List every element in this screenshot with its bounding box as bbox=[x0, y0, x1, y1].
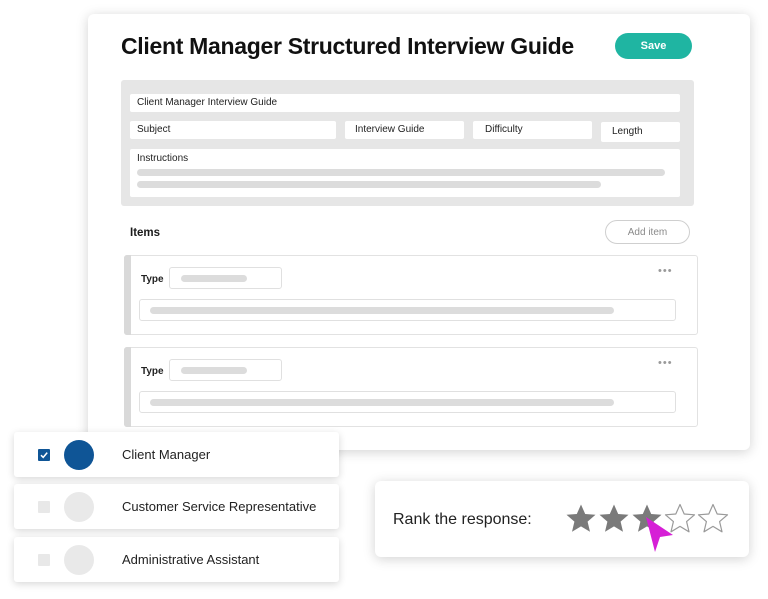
drag-handle[interactable] bbox=[124, 347, 131, 427]
avatar bbox=[64, 492, 94, 522]
placeholder-line bbox=[181, 275, 247, 282]
save-button[interactable]: Save bbox=[615, 33, 692, 59]
check-icon bbox=[40, 452, 48, 459]
rating-prompt: Rank the response: bbox=[393, 511, 532, 528]
add-item-button[interactable]: Add item bbox=[605, 220, 690, 244]
placeholder-line bbox=[150, 307, 614, 314]
role-list-item[interactable]: Customer Service Representative bbox=[14, 484, 339, 529]
avatar bbox=[64, 545, 94, 575]
role-checkbox[interactable] bbox=[38, 449, 50, 461]
items-heading: Items bbox=[130, 227, 161, 239]
cursor-icon bbox=[646, 517, 673, 552]
type-label: Type bbox=[141, 274, 164, 285]
type-select[interactable] bbox=[169, 267, 282, 289]
item-card: Type ••• bbox=[124, 255, 698, 335]
role-list-item[interactable]: Client Manager bbox=[14, 432, 339, 477]
item-text-field[interactable] bbox=[139, 299, 676, 321]
instructions-label: Instructions bbox=[137, 153, 189, 164]
role-checkbox[interactable] bbox=[38, 501, 50, 513]
star-filled-icon[interactable] bbox=[565, 503, 597, 535]
placeholder-line bbox=[150, 399, 614, 406]
more-icon[interactable]: ••• bbox=[658, 265, 673, 277]
type-select[interactable] bbox=[169, 359, 282, 381]
item-text-field[interactable] bbox=[139, 391, 676, 413]
placeholder-line bbox=[137, 181, 601, 188]
avatar bbox=[64, 440, 94, 470]
guide-name-field[interactable]: Client Manager Interview Guide bbox=[130, 94, 680, 112]
instructions-field[interactable]: Instructions bbox=[130, 149, 680, 197]
category-field[interactable]: Interview Guide bbox=[345, 121, 464, 139]
item-card: Type ••• bbox=[124, 347, 698, 427]
metadata-panel: Client Manager Interview Guide Subject I… bbox=[121, 80, 694, 206]
role-label: Client Manager bbox=[122, 447, 211, 462]
placeholder-line bbox=[181, 367, 247, 374]
role-checkbox[interactable] bbox=[38, 554, 50, 566]
star-filled-icon[interactable] bbox=[598, 503, 630, 535]
role-label: Customer Service Representative bbox=[122, 499, 317, 514]
role-label: Administrative Assistant bbox=[122, 552, 260, 567]
role-list-item[interactable]: Administrative Assistant bbox=[14, 537, 339, 582]
page-title: Client Manager Structured Interview Guid… bbox=[121, 33, 574, 59]
placeholder-line bbox=[137, 169, 665, 176]
interview-guide-editor: Client Manager Structured Interview Guid… bbox=[88, 14, 750, 450]
difficulty-field[interactable]: Difficulty bbox=[473, 121, 592, 139]
length-field[interactable]: Length bbox=[601, 122, 680, 142]
drag-handle[interactable] bbox=[124, 255, 131, 335]
more-icon[interactable]: ••• bbox=[658, 357, 673, 369]
star-empty-icon[interactable] bbox=[697, 503, 729, 535]
type-label: Type bbox=[141, 366, 164, 377]
subject-field[interactable]: Subject bbox=[130, 121, 336, 139]
rating-card: Rank the response: bbox=[375, 481, 749, 557]
